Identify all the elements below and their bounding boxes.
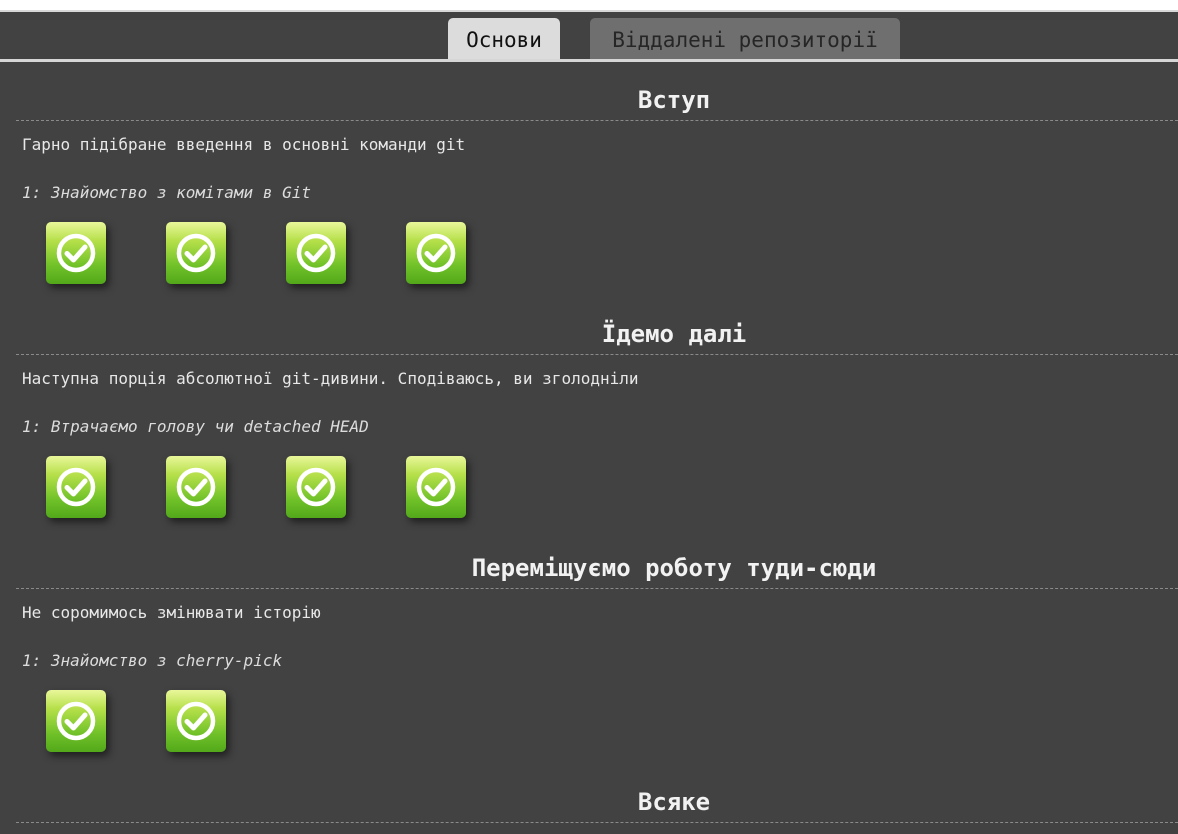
level-button-1[interactable] (46, 690, 106, 752)
section-title: Всяке (637, 788, 711, 816)
level-button-1[interactable] (46, 456, 106, 518)
level-button-2[interactable] (166, 456, 226, 518)
section-divider (16, 120, 1178, 121)
check-circle-icon (296, 233, 336, 273)
current-level-name: 1: Знайомство з комітами в Git (22, 183, 311, 202)
level-button-4[interactable] (406, 456, 466, 518)
section-description: Гарно підібране введення в основні коман… (22, 135, 466, 154)
level-button-2[interactable] (166, 690, 226, 752)
check-circle-icon (176, 701, 216, 741)
tab-bar-underline (0, 59, 1178, 62)
tab-remote-repositories[interactable]: Віддалені репозиторії (590, 18, 900, 60)
level-button-3[interactable] (286, 222, 346, 284)
level-button-4[interactable] (406, 222, 466, 284)
tab-basics[interactable]: Основи (448, 18, 560, 60)
current-level-name: 1: Знайомство з cherry-pick (22, 651, 283, 670)
check-circle-icon (56, 233, 96, 273)
section-description: Не соромимось змінювати історію (22, 603, 321, 622)
section-title: Переміщуємо роботу туди-сюди (471, 554, 877, 582)
section-title: Вступ (637, 86, 711, 114)
check-circle-icon (176, 467, 216, 507)
check-circle-icon (416, 233, 456, 273)
check-circle-icon (56, 467, 96, 507)
check-circle-icon (176, 233, 216, 273)
window-top-strip (0, 0, 1178, 10)
check-circle-icon (416, 467, 456, 507)
section-divider (16, 354, 1178, 355)
section-divider (16, 822, 1178, 823)
section-title: Їдемо далі (601, 320, 747, 348)
section-description: Наступна порція абсолютної git-дивини. С… (22, 369, 639, 388)
level-button-3[interactable] (286, 456, 346, 518)
level-button-1[interactable] (46, 222, 106, 284)
level-button-2[interactable] (166, 222, 226, 284)
check-circle-icon (56, 701, 96, 741)
section-divider (16, 588, 1178, 589)
tab-bar: Основи Віддалені репозиторії (0, 12, 1178, 62)
check-circle-icon (296, 467, 336, 507)
current-level-name: 1: Втрачаємо голову чи detached HEAD (22, 417, 369, 436)
